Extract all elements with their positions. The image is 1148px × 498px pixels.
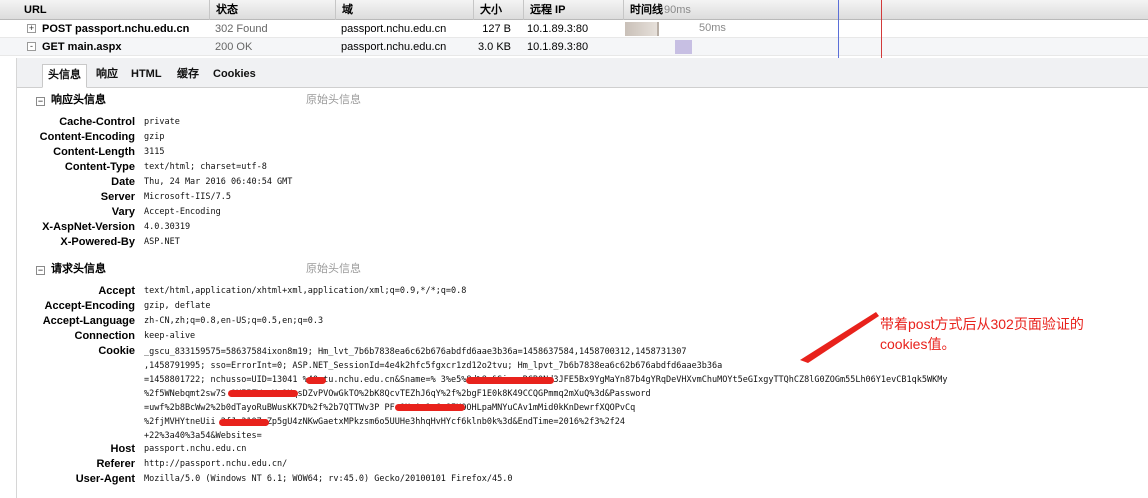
annotation-line: cookies值。 xyxy=(880,336,956,352)
annotation-line: 带着post方式后从302页面验证的 xyxy=(880,316,1084,332)
annotation-arrow xyxy=(800,312,879,363)
annotation-note: 带着post方式后从302页面验证的 cookies值。 xyxy=(880,314,1140,354)
